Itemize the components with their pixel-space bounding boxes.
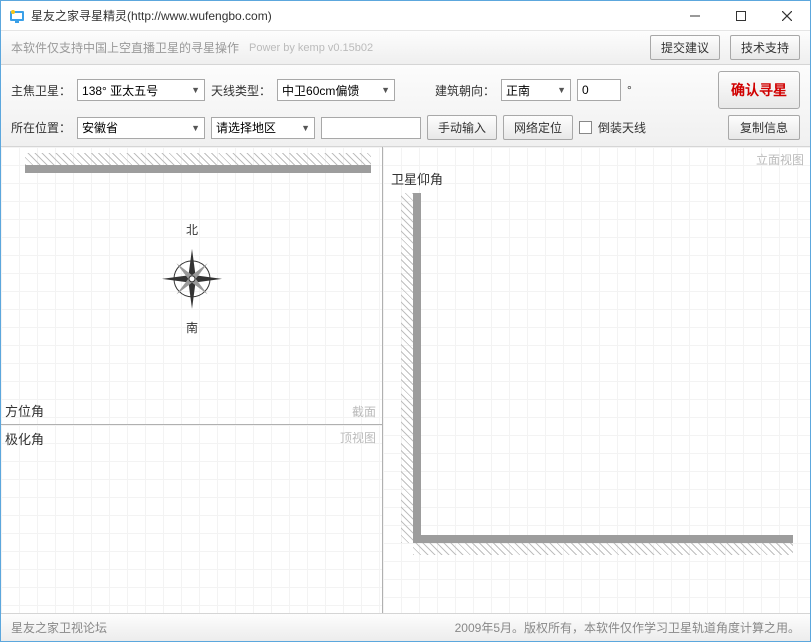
app-icon	[9, 8, 25, 24]
maximize-button[interactable]	[718, 1, 764, 30]
location-label: 所在位置：	[11, 119, 71, 136]
info-bar: 本软件仅支持中国上空直播卫星的寻星操作 Power by kemp v0.15b…	[1, 31, 810, 65]
wall-bar	[25, 165, 371, 173]
copyright-text: 2009年5月。版权所有，本软件仅作学习卫星轨道角度计算之用。	[455, 619, 800, 636]
manual-input-button[interactable]: 手动输入	[427, 115, 497, 140]
elevation-pane: 卫星仰角 立面视图	[383, 147, 810, 613]
confirm-button[interactable]: 确认寻星	[718, 71, 800, 109]
hatch-left	[401, 193, 413, 543]
forum-link[interactable]: 星友之家卫视论坛	[11, 619, 107, 636]
topview-tag: 顶视图	[340, 429, 376, 446]
powered-by: Power by kemp v0.15b02	[249, 42, 373, 54]
invert-antenna-checkbox[interactable]	[579, 121, 592, 134]
compass-north: 北	[185, 223, 197, 236]
elevation-label: 卫星仰角	[391, 169, 443, 188]
sideview-tag: 立面视图	[756, 151, 804, 168]
polarization-pane: 极化角 顶视图	[1, 425, 382, 613]
satellite-label: 主焦卫星：	[11, 82, 71, 99]
section-tag: 截面	[352, 403, 376, 420]
window-title: 星友之家寻星精灵(http://www.wufengbo.com)	[31, 7, 672, 24]
location-input[interactable]	[321, 117, 421, 139]
invert-antenna-label: 倒装天线	[598, 119, 646, 136]
orientation-select[interactable]: 正南▼	[501, 79, 571, 101]
polarization-label: 极化角	[5, 429, 44, 448]
hint-text: 本软件仅支持中国上空直播卫星的寻星操作	[11, 39, 239, 56]
right-column: 卫星仰角 立面视图	[383, 147, 810, 613]
degree-mark: °	[627, 83, 632, 97]
hatch-bottom	[413, 543, 793, 555]
window-titlebar: 星友之家寻星精灵(http://www.wufengbo.com)	[1, 1, 810, 31]
vertical-wall	[413, 193, 421, 543]
gps-button[interactable]: 网络定位	[503, 115, 573, 140]
antenna-select[interactable]: 中卫60cm偏馈▼	[277, 79, 395, 101]
azimuth-label: 方位角	[5, 401, 44, 420]
minimize-button[interactable]	[672, 1, 718, 30]
district-select[interactable]: 请选择地区▼	[211, 117, 315, 139]
antenna-label: 天线类型：	[211, 82, 271, 99]
orientation-label: 建筑朝向：	[435, 82, 495, 99]
angle-input[interactable]	[577, 79, 621, 101]
close-button[interactable]	[764, 1, 810, 30]
copy-info-button[interactable]: 复制信息	[728, 115, 800, 140]
azimuth-pane: 北 南 方位角 截面	[1, 147, 382, 425]
window-controls	[672, 1, 810, 30]
left-column: 北 南 方位角 截面 极化角 顶视图	[1, 147, 383, 613]
form-area: 主焦卫星： 138° 亚太五号▼ 天线类型： 中卫60cm偏馈▼ 建筑朝向： 正…	[1, 65, 810, 147]
compass-south: 南	[185, 319, 197, 333]
province-select[interactable]: 安徽省▼	[77, 117, 205, 139]
compass-icon: 北 南	[157, 223, 227, 336]
canvas-area: 北 南 方位角 截面 极化角 顶视图	[1, 147, 810, 613]
suggest-button[interactable]: 提交建议	[650, 35, 720, 60]
ground-bar	[413, 535, 793, 543]
satellite-select[interactable]: 138° 亚太五号▼	[77, 79, 205, 101]
status-bar: 星友之家卫视论坛 2009年5月。版权所有，本软件仅作学习卫星轨道角度计算之用。	[1, 613, 810, 641]
support-button[interactable]: 技术支持	[730, 35, 800, 60]
hatch-top	[25, 153, 371, 165]
